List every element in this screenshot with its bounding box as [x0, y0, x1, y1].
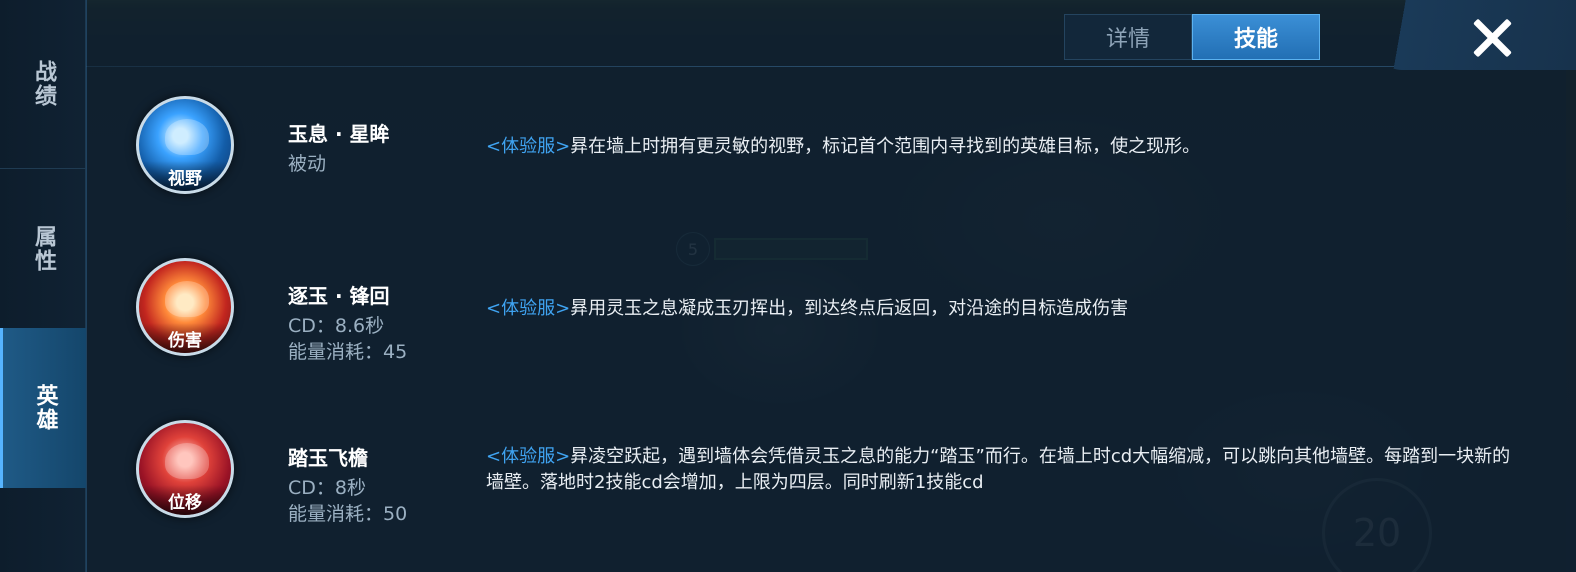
skill-name: 踏玉飞檐 — [288, 446, 368, 470]
server-tag: <体验服> — [486, 136, 571, 157]
skill-type-tag: 视野 — [139, 161, 231, 191]
skill-cooldown: CD：8.6秒 — [288, 315, 385, 337]
skill-meta: 玉息 · 星眸 被动 — [288, 118, 390, 177]
skill-description: <体验服>昪用灵玉之息凝成玉刃挥出，到达终点后返回，对沿途的目标造成伤害 — [486, 296, 1516, 322]
tab-attributes[interactable]: 属性 — [0, 168, 86, 328]
server-tag: <体验服> — [486, 298, 571, 319]
tab-hero[interactable]: 英雄 — [0, 328, 86, 488]
leap-figure-icon[interactable]: 位移 — [136, 420, 234, 518]
skill-art — [165, 281, 209, 317]
skill-type-tag: 伤害 — [139, 323, 231, 353]
side-tab-rail: 战绩 属性 英雄 — [0, 0, 86, 572]
skill-energy-cost: 能量消耗：50 — [288, 503, 408, 525]
skill-description-text: 昪用灵玉之息凝成玉刃挥出，到达终点后返回，对沿途的目标造成伤害 — [570, 298, 1129, 319]
skill-name: 玉息 · 星眸 — [288, 122, 390, 146]
skill-cooldown: CD：8秒 — [288, 477, 366, 499]
skill-name: 逐玉 · 锋回 — [288, 284, 390, 308]
tab-details[interactable]: 详情 — [1064, 14, 1192, 60]
skill-type-tag: 位移 — [139, 485, 231, 515]
server-tag: <体验服> — [486, 446, 571, 467]
skill-description: <体验服>昪在墙上时拥有更灵敏的视野，标记首个范围内寻找到的英雄目标，使之现形。 — [486, 134, 1516, 160]
detail-skill-tabs: 详情 技能 — [1064, 14, 1320, 60]
skill-row-mobility: 位移 踏玉飞檐 CD：8秒 能量消耗：50 <体验服>昪凌空跃起，遇到墙体会凭借… — [136, 420, 1536, 530]
skill-description-text: 昪在墙上时拥有更灵敏的视野，标记首个范围内寻找到的英雄目标，使之现形。 — [570, 136, 1201, 157]
close-icon[interactable] — [1470, 16, 1514, 60]
tab-skills[interactable]: 技能 — [1192, 14, 1320, 60]
jade-blade-icon[interactable]: 伤害 — [136, 258, 234, 356]
skill-meta: 逐玉 · 锋回 CD：8.6秒 能量消耗：45 — [288, 280, 407, 365]
passive-shark-icon[interactable]: 视野 — [136, 96, 234, 194]
skill-row-passive: 视野 玉息 · 星眸 被动 <体验服>昪在墙上时拥有更灵敏的视野，标记首个范围内… — [136, 96, 1536, 206]
skill-description-text: 昪凌空跃起，遇到墙体会凭借灵玉之息的能力“踏玉”而行。在墙上时cd大幅缩减，可以… — [486, 446, 1511, 493]
skill-meta: 踏玉飞檐 CD：8秒 能量消耗：50 — [288, 442, 407, 527]
close-button-area — [1376, 0, 1576, 70]
panel-divider — [86, 66, 1566, 67]
skill-description: <体验服>昪凌空跃起，遇到墙体会凭借灵玉之息的能力“踏玉”而行。在墙上时cd大幅… — [486, 444, 1516, 496]
skill-art — [165, 119, 209, 155]
tab-record[interactable]: 战绩 — [0, 0, 86, 168]
skill-art — [165, 443, 209, 479]
skill-energy-cost: 能量消耗：45 — [288, 341, 408, 363]
skill-row-damage: 伤害 逐玉 · 锋回 CD：8.6秒 能量消耗：45 <体验服>昪用灵玉之息凝成… — [136, 258, 1536, 368]
skill-type-label: 被动 — [288, 153, 327, 175]
